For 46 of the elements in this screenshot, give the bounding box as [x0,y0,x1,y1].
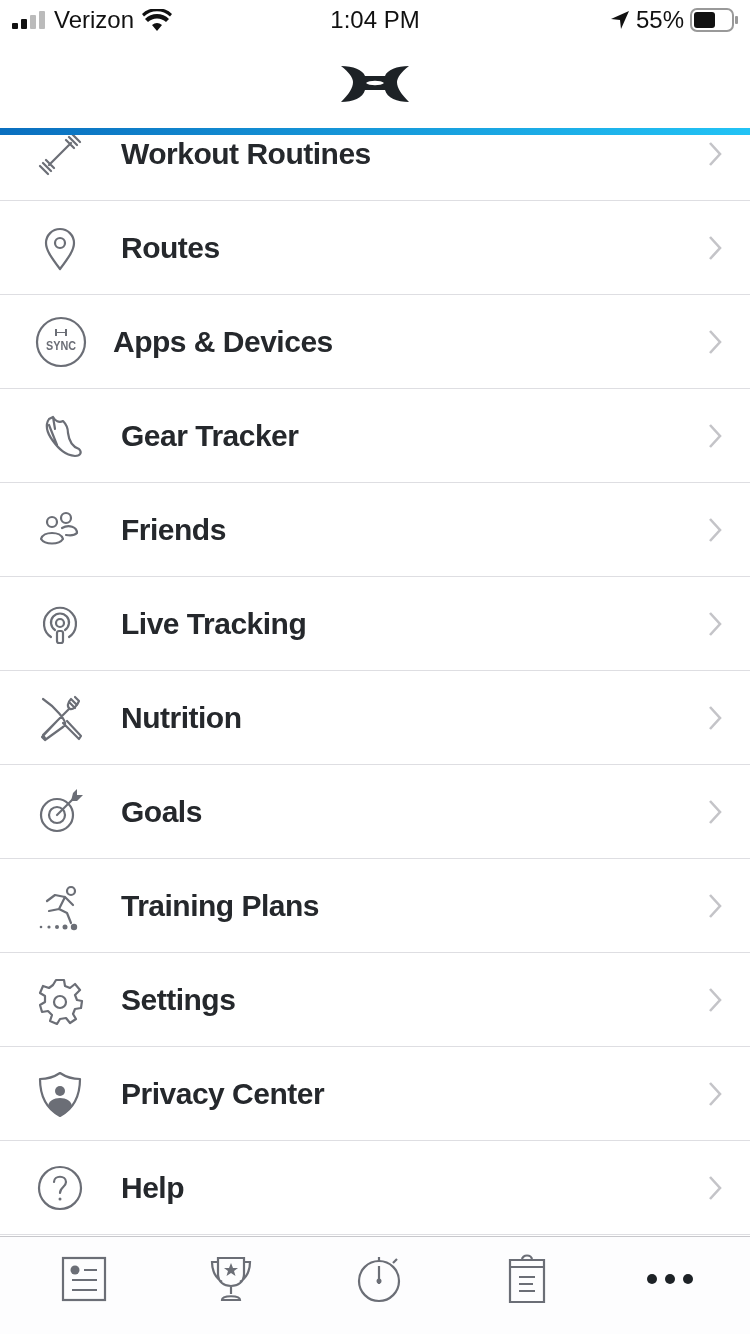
menu-item[interactable]: Help [0,1141,750,1235]
chevron-right-icon [708,1080,722,1107]
chevron-right-icon [708,422,722,449]
menu-label: Live Tracking [121,606,308,641]
chevron-right-icon [708,140,722,167]
menu-item[interactable]: Workout Routines [0,135,750,201]
menu-label: Settings [121,982,237,1017]
signal-icon [12,11,46,29]
menu-item[interactable]: Goals [0,765,750,859]
menu-item[interactable]: SYNC Apps & Devices [0,295,750,389]
menu-label: Help [121,1170,185,1205]
sync-badge-icon: SYNC [35,315,87,368]
battery-icon [690,8,738,32]
wifi-icon [142,9,173,31]
battery-percent: 55% [635,6,684,34]
chevron-right-icon [708,610,722,637]
menu-label: Goals [121,794,203,829]
menu-item[interactable]: Nutrition [0,671,750,765]
chevron-right-icon [708,234,722,261]
time: 1:04 PM [330,6,420,34]
menu-label: Privacy Center [121,1076,326,1111]
menu-item[interactable]: Gear Tracker [0,389,750,483]
chevron-right-icon [708,798,722,825]
chevron-right-icon [708,986,722,1013]
menu-item[interactable]: Privacy Center [0,1047,750,1141]
more-icon [647,1273,694,1284]
chevron-right-icon [708,516,722,543]
menu-label: Training Plans [121,888,321,923]
carrier-name: Verizon [54,6,135,34]
menu-item[interactable]: Settings [0,953,750,1047]
menu-label: Apps & Devices [113,324,334,359]
menu-label: Routes [121,230,221,265]
chevron-right-icon [708,328,722,355]
menu-item[interactable]: Live Tracking [0,577,750,671]
chevron-right-icon [708,892,722,919]
menu-label: Gear Tracker [121,418,300,453]
menu-item[interactable]: Training Plans [0,859,750,953]
menu-label: Nutrition [121,700,243,735]
menu-item[interactable]: Routes [0,201,750,295]
chevron-right-icon [708,704,722,731]
menu-label: Workout Routines [121,136,372,171]
chevron-right-icon [708,1174,722,1201]
location-arrow-icon [609,10,630,30]
menu-label: Friends [121,512,227,547]
menu-item[interactable]: Friends [0,483,750,577]
logo [339,64,411,104]
